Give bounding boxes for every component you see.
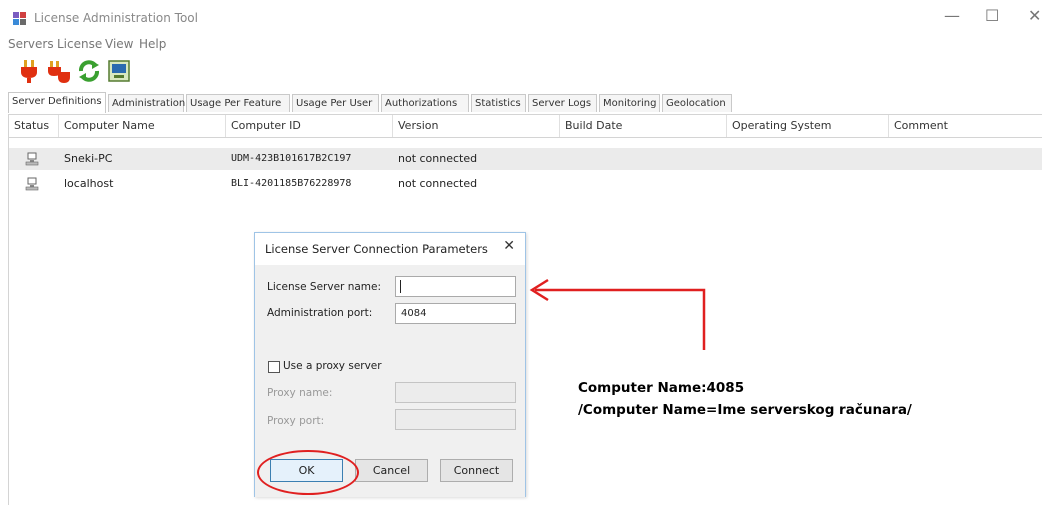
version-cell: not connected (398, 152, 478, 165)
dialog-title: License Server Connection Parameters (265, 242, 488, 256)
menu-view[interactable]: View (105, 37, 133, 51)
tab-monitoring[interactable]: Monitoring (599, 94, 660, 112)
tab-authorizations[interactable]: Authorizations (381, 94, 469, 112)
use-proxy-label[interactable]: Use a proxy server (283, 360, 382, 372)
annotation-text-line-2: /Computer Name=Ime serverskog računara/ (578, 402, 912, 418)
cancel-button[interactable]: Cancel (355, 459, 428, 482)
text-cursor (400, 280, 401, 293)
version-cell: not connected (398, 177, 478, 190)
tab-server-logs[interactable]: Server Logs (528, 94, 597, 112)
minimize-button[interactable]: — (944, 6, 960, 25)
close-window-button[interactable]: ✕ (1028, 6, 1041, 25)
proxy-port-label: Proxy port: (267, 415, 325, 427)
table-row[interactable]: Sneki-PC UDM-423B101617B2C197 not connec… (9, 148, 1042, 170)
tab-geolocation[interactable]: Geolocation (662, 94, 732, 112)
highlight-ellipse (257, 450, 359, 495)
column-header-computer-id[interactable]: Computer ID (226, 115, 393, 137)
menu-bar: Servers License View Help (0, 36, 1042, 52)
table-header: Status Computer Name Computer ID Version… (9, 115, 1042, 138)
server-name-label: License Server name: (267, 281, 382, 293)
tab-server-definitions[interactable]: Server Definitions (8, 92, 106, 113)
refresh-icon[interactable] (76, 58, 102, 84)
window-title: License Administration Tool (34, 11, 198, 25)
admin-port-label: Administration port: (267, 307, 373, 319)
dialog-close-icon[interactable]: ✕ (503, 238, 515, 254)
computer-icon (25, 177, 39, 191)
app-logo-icon (13, 12, 26, 25)
column-header-status[interactable]: Status (9, 115, 59, 137)
column-header-build-date[interactable]: Build Date (560, 115, 727, 137)
tab-usage-per-user[interactable]: Usage Per User (292, 94, 379, 112)
computer-icon (25, 152, 39, 166)
computer-id-cell: UDM-423B101617B2C197 (231, 153, 352, 164)
maximize-button[interactable]: ☐ (985, 6, 999, 25)
computer-name-cell: Sneki-PC (64, 152, 113, 165)
use-proxy-checkbox[interactable] (268, 361, 280, 373)
column-header-comment[interactable]: Comment (889, 115, 1042, 137)
proxy-port-input (395, 409, 516, 430)
connect-button[interactable]: Connect (440, 459, 513, 482)
connect-plug-icon[interactable] (16, 58, 42, 84)
admin-port-input[interactable]: 4084 (395, 303, 516, 324)
annotation-text-line-1: Computer Name:4085 (578, 380, 745, 396)
column-header-operating-system[interactable]: Operating System (727, 115, 889, 137)
computer-name-cell: localhost (64, 177, 114, 190)
menu-servers[interactable]: Servers (8, 37, 54, 51)
tab-usage-per-feature[interactable]: Usage Per Feature (186, 94, 290, 112)
column-header-version[interactable]: Version (393, 115, 560, 137)
tab-statistics[interactable]: Statistics (471, 94, 526, 112)
title-bar: License Administration Tool — ☐ ✕ (0, 0, 1042, 36)
server-name-input[interactable] (395, 276, 516, 297)
table-row[interactable]: localhost BLI-4201185B76228978 not conne… (9, 173, 1042, 195)
tab-administration[interactable]: Administration (108, 94, 185, 112)
menu-license[interactable]: License (57, 37, 102, 51)
proxy-name-input (395, 382, 516, 403)
proxy-name-label: Proxy name: (267, 387, 333, 399)
column-header-computer-name[interactable]: Computer Name (59, 115, 226, 137)
toolbar (0, 54, 1042, 90)
server-properties-icon[interactable] (106, 58, 132, 84)
disconnect-plug-icon[interactable] (46, 58, 72, 84)
computer-id-cell: BLI-4201185B76228978 (231, 178, 352, 189)
menu-help[interactable]: Help (139, 37, 166, 51)
